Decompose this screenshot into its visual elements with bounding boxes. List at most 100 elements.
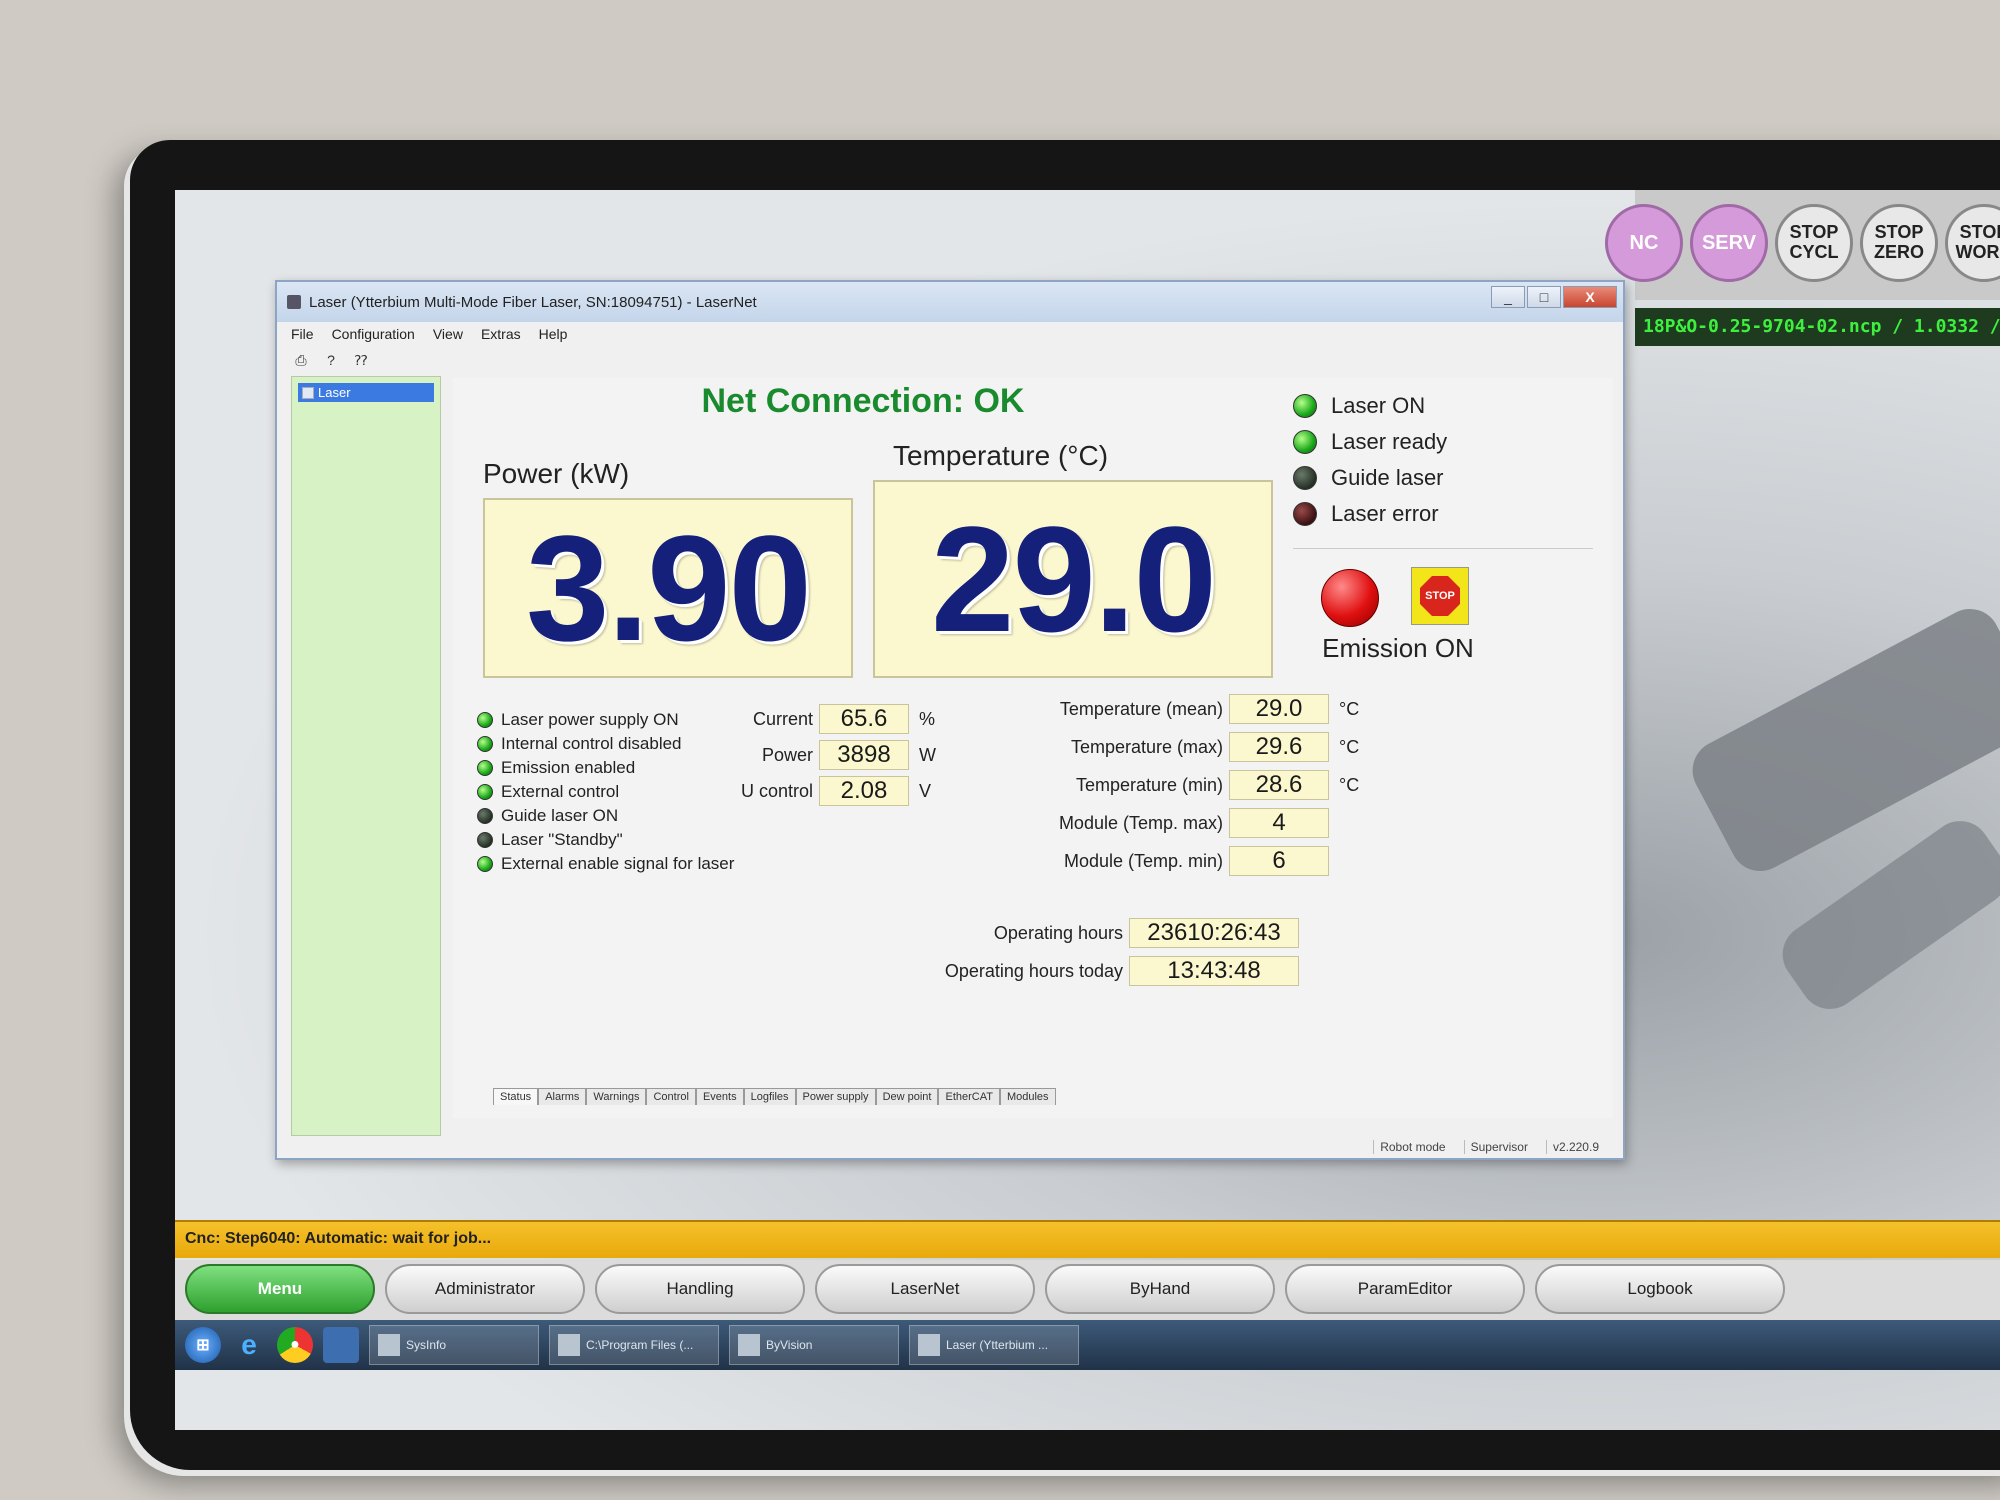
stop-zero-button[interactable]: STOP ZERO [1860, 204, 1938, 282]
cnc-message-bar: Cnc: Step6040: Automatic: wait for job..… [175, 1220, 2000, 1258]
window-icon [738, 1334, 760, 1356]
window-titlebar[interactable]: Laser (Ytterbium Multi-Mode Fiber Laser,… [277, 282, 1623, 322]
task-label: Laser (Ytterbium ... [946, 1338, 1049, 1352]
screen: NC SERV STOP CYCL STOP ZERO STOP WORK 18… [175, 190, 2000, 1430]
menu-file[interactable]: File [291, 326, 314, 344]
handling-button[interactable]: Handling [595, 1264, 805, 1314]
emission-panel: STOP Emission ON [1293, 548, 1593, 668]
cnc-nc-button[interactable]: NC [1605, 204, 1683, 282]
menu-configuration[interactable]: Configuration [332, 326, 415, 344]
temperature-label: Temperature (°C) [893, 440, 1109, 471]
temp-max-measurement: Temperature (max) 29.6 °C [1023, 732, 1359, 762]
window-icon [378, 1334, 400, 1356]
tab-logfiles[interactable]: Logfiles [743, 1088, 796, 1105]
windows-taskbar: ⊞ e ● SysInfo C:\Program Files (... ByVi… [175, 1320, 2000, 1370]
chrome-icon[interactable]: ● [277, 1327, 313, 1363]
print-icon[interactable]: ⎙ [291, 350, 311, 370]
tab-modules[interactable]: Modules [999, 1088, 1056, 1105]
task-label: ByVision [766, 1338, 813, 1352]
menu-view[interactable]: View [433, 326, 463, 344]
signal-row: Internal control disabled [477, 732, 734, 756]
status-panel: Net Connection: OK Power (kW) 3.90 Tempe… [453, 378, 1613, 1118]
window-status-bar: Robot mode Supervisor v2.220.9 [1373, 1140, 1599, 1154]
measurement-unit: °C [1339, 774, 1360, 795]
lasernet-button[interactable]: LaserNet [815, 1264, 1035, 1314]
measurement-label: Operating hours [993, 922, 1123, 943]
menu-help[interactable]: Help [539, 326, 568, 344]
signal-label: Emission enabled [501, 758, 636, 777]
context-help-icon[interactable]: ⁇ [351, 350, 371, 370]
administrator-button[interactable]: Administrator [385, 1264, 585, 1314]
stop-cycle-button[interactable]: STOP CYCL [1775, 204, 1853, 282]
emission-red-lamp-icon [1321, 569, 1379, 627]
explorer-icon[interactable] [323, 1327, 359, 1363]
taskbar-task-sysinfo[interactable]: SysInfo [369, 1325, 539, 1365]
module-temp-max-measurement: Module (Temp. max) 4 [1023, 808, 1329, 838]
measurement-label: Temperature (mean) [1059, 698, 1223, 719]
power-readout: 3.90 [483, 498, 853, 678]
signal-label: Internal control disabled [501, 734, 682, 753]
off-led-icon [1293, 466, 1317, 490]
status-mode: Robot mode [1373, 1140, 1446, 1154]
current-measurement: Current 65.6 % [713, 704, 935, 734]
tab-power-supply[interactable]: Power supply [795, 1088, 876, 1105]
taskbar-task-laser[interactable]: Laser (Ytterbium ... [909, 1325, 1079, 1365]
cnc-serv-button[interactable]: SERV [1690, 204, 1768, 282]
device-tree: Laser [291, 376, 441, 1136]
task-label: SysInfo [406, 1338, 447, 1352]
measurement-unit: V [919, 780, 932, 801]
tab-control[interactable]: Control [646, 1088, 696, 1105]
parameditor-button[interactable]: ParamEditor [1285, 1264, 1525, 1314]
u-control-measurement: U control 2.08 V [713, 776, 931, 806]
stop-work-button[interactable]: STOP WORK [1945, 204, 2000, 282]
tab-dew-point[interactable]: Dew point [875, 1088, 939, 1105]
byhand-button[interactable]: ByHand [1045, 1264, 1275, 1314]
menu-button[interactable]: Menu [185, 1264, 375, 1314]
help-icon[interactable]: ? [321, 350, 341, 370]
measurement-label: Temperature (max) [1070, 736, 1223, 757]
close-button[interactable]: X [1563, 286, 1617, 308]
green-led-icon [1293, 430, 1317, 454]
tab-status[interactable]: Status [493, 1088, 539, 1105]
green-led-icon [1293, 394, 1317, 418]
tab-alarms[interactable]: Alarms [538, 1088, 587, 1105]
folder-icon [558, 1334, 580, 1356]
laser-indicators: Laser ON Laser ready Guide laser Laser e… [1293, 388, 1593, 532]
start-button-icon[interactable]: ⊞ [185, 1327, 221, 1363]
status-user: Supervisor [1463, 1140, 1528, 1154]
tab-ethercat[interactable]: EtherCAT [938, 1088, 1000, 1105]
tab-events[interactable]: Events [695, 1088, 744, 1105]
internet-explorer-icon[interactable]: e [231, 1327, 267, 1363]
minimize-button[interactable]: _ [1491, 286, 1525, 308]
tab-warnings[interactable]: Warnings [586, 1088, 647, 1105]
u-control-value: 2.08 [819, 776, 909, 806]
menu-extras[interactable]: Extras [481, 326, 521, 344]
indicator-laser-ready: Laser ready [1293, 424, 1593, 460]
app-button-bar: Menu Administrator Handling LaserNet ByH… [175, 1260, 2000, 1320]
measurement-label: Power [761, 744, 813, 765]
module-temp-min-value: 6 [1229, 846, 1329, 876]
laser-app-icon [918, 1334, 940, 1356]
taskbar-task-program-files[interactable]: C:\Program Files (... [549, 1325, 719, 1365]
maximize-button[interactable]: □ [1527, 286, 1561, 308]
indicator-laser-on: Laser ON [1293, 388, 1593, 424]
measurement-label: Module (Temp. max) [1058, 812, 1223, 833]
signal-row: External enable signal for laser [477, 852, 734, 876]
operating-hours-today-value: 13:43:48 [1129, 956, 1299, 986]
laser-device-icon [302, 386, 314, 399]
emission-status-label: Emission ON [1322, 633, 1474, 663]
green-led-icon [477, 856, 493, 872]
logbook-button[interactable]: Logbook [1535, 1264, 1785, 1314]
temp-min-measurement: Temperature (min) 28.6 °C [1023, 770, 1359, 800]
emission-stop-button[interactable]: STOP [1411, 567, 1469, 625]
green-led-icon [477, 736, 493, 752]
temp-max-value: 29.6 [1229, 732, 1329, 762]
indicator-label: Laser error [1331, 501, 1439, 526]
signal-label: Laser power supply ON [501, 710, 679, 729]
task-label: C:\Program Files (... [586, 1338, 694, 1352]
tree-item-laser[interactable]: Laser [298, 383, 434, 402]
signal-label: Guide laser ON [501, 806, 619, 825]
power-label: Power (kW) [483, 458, 630, 489]
taskbar-task-byvision[interactable]: ByVision [729, 1325, 899, 1365]
module-temp-min-measurement: Module (Temp. min) 6 [1023, 846, 1329, 876]
